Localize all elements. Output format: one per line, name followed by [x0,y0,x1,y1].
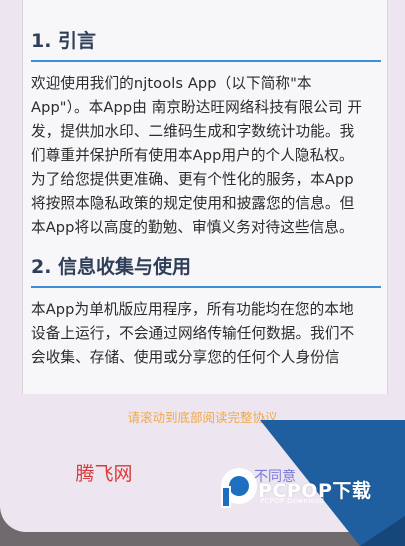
text-line: 设备上运行，不会通过网络传输任何数据。我们不 [31,325,355,342]
section-title-intro: 1. 引言 [31,28,381,62]
text-line: App"）。本App由 南京盼达旺网络科技有限公司 开 [31,99,363,116]
agree-button[interactable]: 腾飞网 [60,458,148,490]
watermark-p-icon [221,468,257,508]
text-line: 本App为单机版应用程序，所有功能均在您的本地 [31,301,354,318]
section-title-collection: 2. 信息收集与使用 [31,254,381,288]
policy-scroll-area[interactable]: 1. 引言 欢迎使用我们的njtools App（以下简称"本 App"）。本A… [22,0,388,394]
text-line: 将按照本隐私政策的规定使用和披露您的信息。但 [31,195,355,212]
text-line: 欢迎使用我们的njtools App（以下简称"本 [31,75,312,92]
text-line: 为了给您提供更准确、更有个性化的服务，本App [31,171,354,188]
watermark-sub: PCPOP Download [260,497,325,505]
section-body-intro: 欢迎使用我们的njtools App（以下简称"本 App"）。本App由 南京… [31,72,381,240]
section-body-collection: 本App为单机版应用程序，所有功能均在您的本地 设备上运行，不会通过网络传输任何… [31,298,381,370]
text-line: 本App将以高度的勤勉、审慎义务对待这些信息。 [31,219,354,236]
text-line: 会收集、存储、使用或分享您的任何个人身份信 [31,349,340,366]
text-line: 们尊重并保护所有使用本App用户的个人隐私权。 [31,147,354,164]
text-line: 发，提供加水印、二维码生成和字数统计功能。我 [31,123,355,140]
